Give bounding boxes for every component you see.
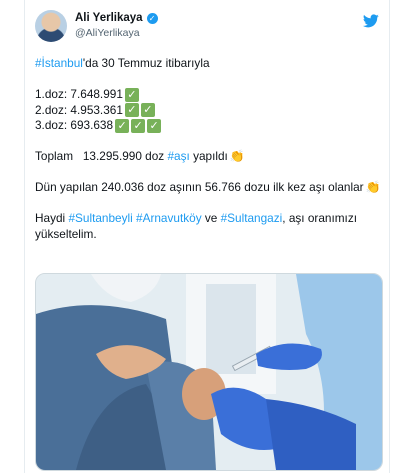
clapping-hands-icon: 👏: [365, 180, 381, 194]
author-name-row[interactable]: Ali Yerlikaya ✓: [75, 12, 158, 24]
white-check-mark-icon: ✓: [147, 118, 162, 133]
call-line: Haydi #Sultanbeyli #Arnavutköy ve #Sulta…: [35, 211, 381, 242]
intro-line: #İstanbul'da 30 Temmuz itibarıyla: [35, 56, 381, 72]
hashtag-sultangazi[interactable]: #Sultangazi: [221, 211, 283, 225]
clapping-hands-icon: 👏: [229, 149, 245, 163]
call-prefix: Haydi: [35, 211, 69, 225]
dose3-line: 3.doz: 693.638 ✓ ✓ ✓: [35, 118, 381, 134]
yesterday-text: Dün yapılan 240.036 doz aşının 56.766 do…: [35, 180, 364, 194]
white-check-mark-icon: ✓: [124, 87, 139, 102]
hashtag-sultanbeyli[interactable]: #Sultanbeyli: [68, 211, 132, 225]
white-check-mark-icon: ✓: [124, 103, 139, 118]
hashtag-arnavutkoy[interactable]: #Arnavutköy: [136, 211, 202, 225]
white-check-mark-icon: ✓: [115, 118, 130, 133]
yesterday-line: Dün yapılan 240.036 doz aşının 56.766 do…: [35, 180, 381, 196]
avatar[interactable]: [35, 10, 67, 42]
intro-text: 'da 30 Temmuz itibarıyla: [82, 56, 210, 70]
tweet-card: Ali Yerlikaya ✓ @AliYerlikaya #İstanbul '…: [24, 0, 390, 473]
dose3-text: 3.doz: 693.638: [35, 118, 114, 132]
dose1-line: 1.doz: 7.648.991 ✓: [35, 87, 381, 103]
twitter-bird-icon[interactable]: [363, 14, 379, 28]
total-suffix: yapıldı: [189, 149, 228, 163]
author-name[interactable]: Ali Yerlikaya: [75, 12, 143, 24]
total-line: Toplam 13.295.990 doz #aşı yapıldı 👏: [35, 149, 381, 165]
hashtag-asi[interactable]: #aşı: [167, 149, 189, 165]
dose2-text: 2.doz: 4.953.361: [35, 102, 123, 117]
author-handle[interactable]: @AliYerlikaya: [75, 27, 140, 39]
white-check-mark-icon: ✓: [131, 118, 146, 133]
hashtag-istanbul[interactable]: #İstanbul: [35, 56, 83, 72]
total-prefix: Toplam 13.295.990 doz: [35, 149, 168, 163]
dose2-line: 2.doz: 4.953.361 ✓ ✓: [35, 103, 381, 119]
dose1-text: 1.doz: 7.648.991: [35, 87, 123, 101]
call-and: ve: [201, 211, 221, 225]
tweet-text: #İstanbul'da 30 Temmuz itibarıyla 1.doz:…: [35, 56, 381, 242]
white-check-mark-icon: ✓: [140, 103, 155, 118]
vaccination-illustration: [36, 274, 382, 470]
tweet-header: Ali Yerlikaya ✓ @AliYerlikaya: [35, 10, 381, 50]
tweet-photo[interactable]: [35, 273, 383, 471]
verified-badge-icon: ✓: [146, 12, 158, 24]
